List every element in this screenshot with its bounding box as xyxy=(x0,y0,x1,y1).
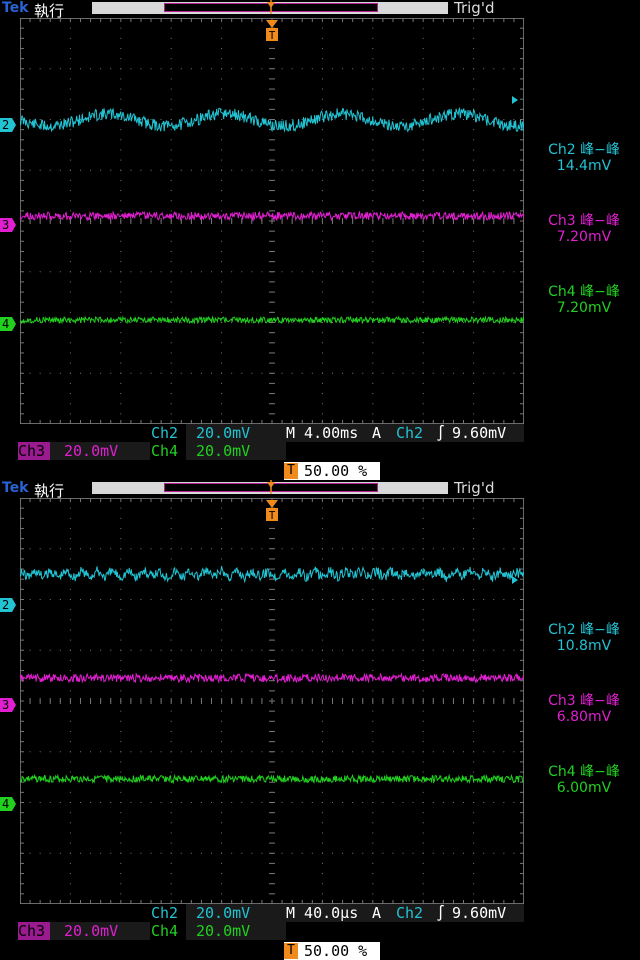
trigger-position-icon xyxy=(267,0,275,14)
svg-text:T: T xyxy=(269,509,276,522)
ch3-scale-box[interactable]: 20.0mV xyxy=(50,442,150,460)
trigger-mode: A xyxy=(372,904,382,922)
ch4-waveform xyxy=(20,315,524,325)
trigger-status: Trig'd xyxy=(454,0,495,17)
ch4-measurement: Ch4 峰−峰 6.00mV xyxy=(548,764,620,796)
ch3-scale: 20.0mV xyxy=(64,922,119,940)
scope-screen-1: Tek 執行 Trig'd T 2 3 4 Ch2 峰−峰 14.4mV Ch3… xyxy=(0,0,640,480)
brand-logo: Tek xyxy=(2,480,29,496)
trigger-slope-icon: ∫ xyxy=(436,904,446,922)
timebase: M 40.0µs xyxy=(286,904,359,922)
status-line-2: Ch3 20.0mV Ch4 20.0mV xyxy=(0,922,640,940)
ch4-label: Ch4 xyxy=(151,442,179,460)
ch3-scale-box[interactable]: 20.0mV xyxy=(50,922,150,940)
trigger-level: 9.60mV xyxy=(452,424,507,442)
ch2-measurement: Ch2 峰−峰 14.4mV xyxy=(548,142,620,174)
svg-text:T: T xyxy=(269,29,276,42)
ch3-measurement: Ch3 峰−峰 7.20mV xyxy=(548,213,620,245)
ch4-scale-box[interactable]: 20.0mV xyxy=(186,442,286,460)
trigger-source: Ch2 xyxy=(396,424,424,442)
trigger-level-icon xyxy=(512,96,518,104)
ch2-scale-box[interactable]: 20.0mV xyxy=(186,424,286,442)
ch2-measurement: Ch2 峰−峰 10.8mV xyxy=(548,622,620,654)
waveform-graticule: T xyxy=(20,18,524,424)
ch2-scale: 20.0mV xyxy=(196,904,251,922)
timebase-box[interactable]: M 4.00ms A Ch2 ∫ 9.60mV xyxy=(286,424,524,442)
status-line-2: Ch3 20.0mV Ch4 20.0mV xyxy=(0,442,640,460)
ch2-label: Ch2 xyxy=(151,904,179,922)
ch2-marker[interactable]: 2 xyxy=(0,118,16,132)
trigger-marker-icon: T xyxy=(266,20,278,42)
trigger-t-icon: T xyxy=(284,463,298,479)
ch3-scale: 20.0mV xyxy=(64,442,119,460)
ch2-scale-box[interactable]: 20.0mV xyxy=(186,904,286,922)
ch2-marker[interactable]: 2 xyxy=(0,598,16,612)
ch3-measurement: Ch3 峰−峰 6.80mV xyxy=(548,693,620,725)
trigger-slope-icon: ∫ xyxy=(436,424,446,442)
trigger-position-icon xyxy=(267,480,275,494)
trigger-status: Trig'd xyxy=(454,479,495,497)
graticule-grid xyxy=(20,498,524,904)
ch4-scale-box[interactable]: 20.0mV xyxy=(186,922,286,940)
trigger-marker-icon: T xyxy=(266,500,278,522)
ch4-scale: 20.0mV xyxy=(196,922,251,940)
timebase-box[interactable]: M 40.0µs A Ch2 ∫ 9.60mV xyxy=(286,904,524,922)
brand-logo: Tek xyxy=(2,0,29,16)
top-bar: Tek 執行 Trig'd xyxy=(0,0,640,20)
trigger-level-icon xyxy=(512,576,518,584)
trigger-level: 9.60mV xyxy=(452,904,507,922)
ch4-label: Ch4 xyxy=(151,922,179,940)
trigger-position-readout[interactable]: T 50.00 % xyxy=(284,942,380,960)
ch2-label: Ch2 xyxy=(151,424,179,442)
timebase: M 4.00ms xyxy=(286,424,359,442)
graticule-grid xyxy=(20,18,524,424)
trigger-position-readout[interactable]: T 50.00 % xyxy=(284,462,380,480)
trigger-mode: A xyxy=(372,424,382,442)
ch4-marker[interactable]: 4 xyxy=(0,317,16,331)
ch4-marker[interactable]: 4 xyxy=(0,797,16,811)
scope-screen-2: Tek 執行 Trig'd T 2 3 4 Ch2 峰−峰 10.8mV Ch3… xyxy=(0,479,640,960)
ch4-measurement: Ch4 峰−峰 7.20mV xyxy=(548,284,620,316)
trigger-position: 50.00 % xyxy=(304,462,368,480)
ch2-scale: 20.0mV xyxy=(196,424,251,442)
ch3-label: Ch3 xyxy=(18,442,50,460)
trigger-position: 50.00 % xyxy=(304,942,368,960)
status-line-1: Ch2 20.0mV M 40.0µs A Ch2 ∫ 9.60mV xyxy=(0,904,640,922)
status-line-1: Ch2 20.0mV M 4.00ms A Ch2 ∫ 9.60mV xyxy=(0,424,640,442)
trigger-t-icon: T xyxy=(284,943,298,959)
waveform-graticule: T xyxy=(20,498,524,904)
ch4-scale: 20.0mV xyxy=(196,442,251,460)
ch3-marker[interactable]: 3 xyxy=(0,218,16,232)
ch3-marker[interactable]: 3 xyxy=(0,698,16,712)
ch3-label: Ch3 xyxy=(18,922,50,940)
trigger-source: Ch2 xyxy=(396,904,424,922)
ch4-waveform xyxy=(20,773,524,785)
top-bar: Tek 執行 Trig'd xyxy=(0,479,640,500)
